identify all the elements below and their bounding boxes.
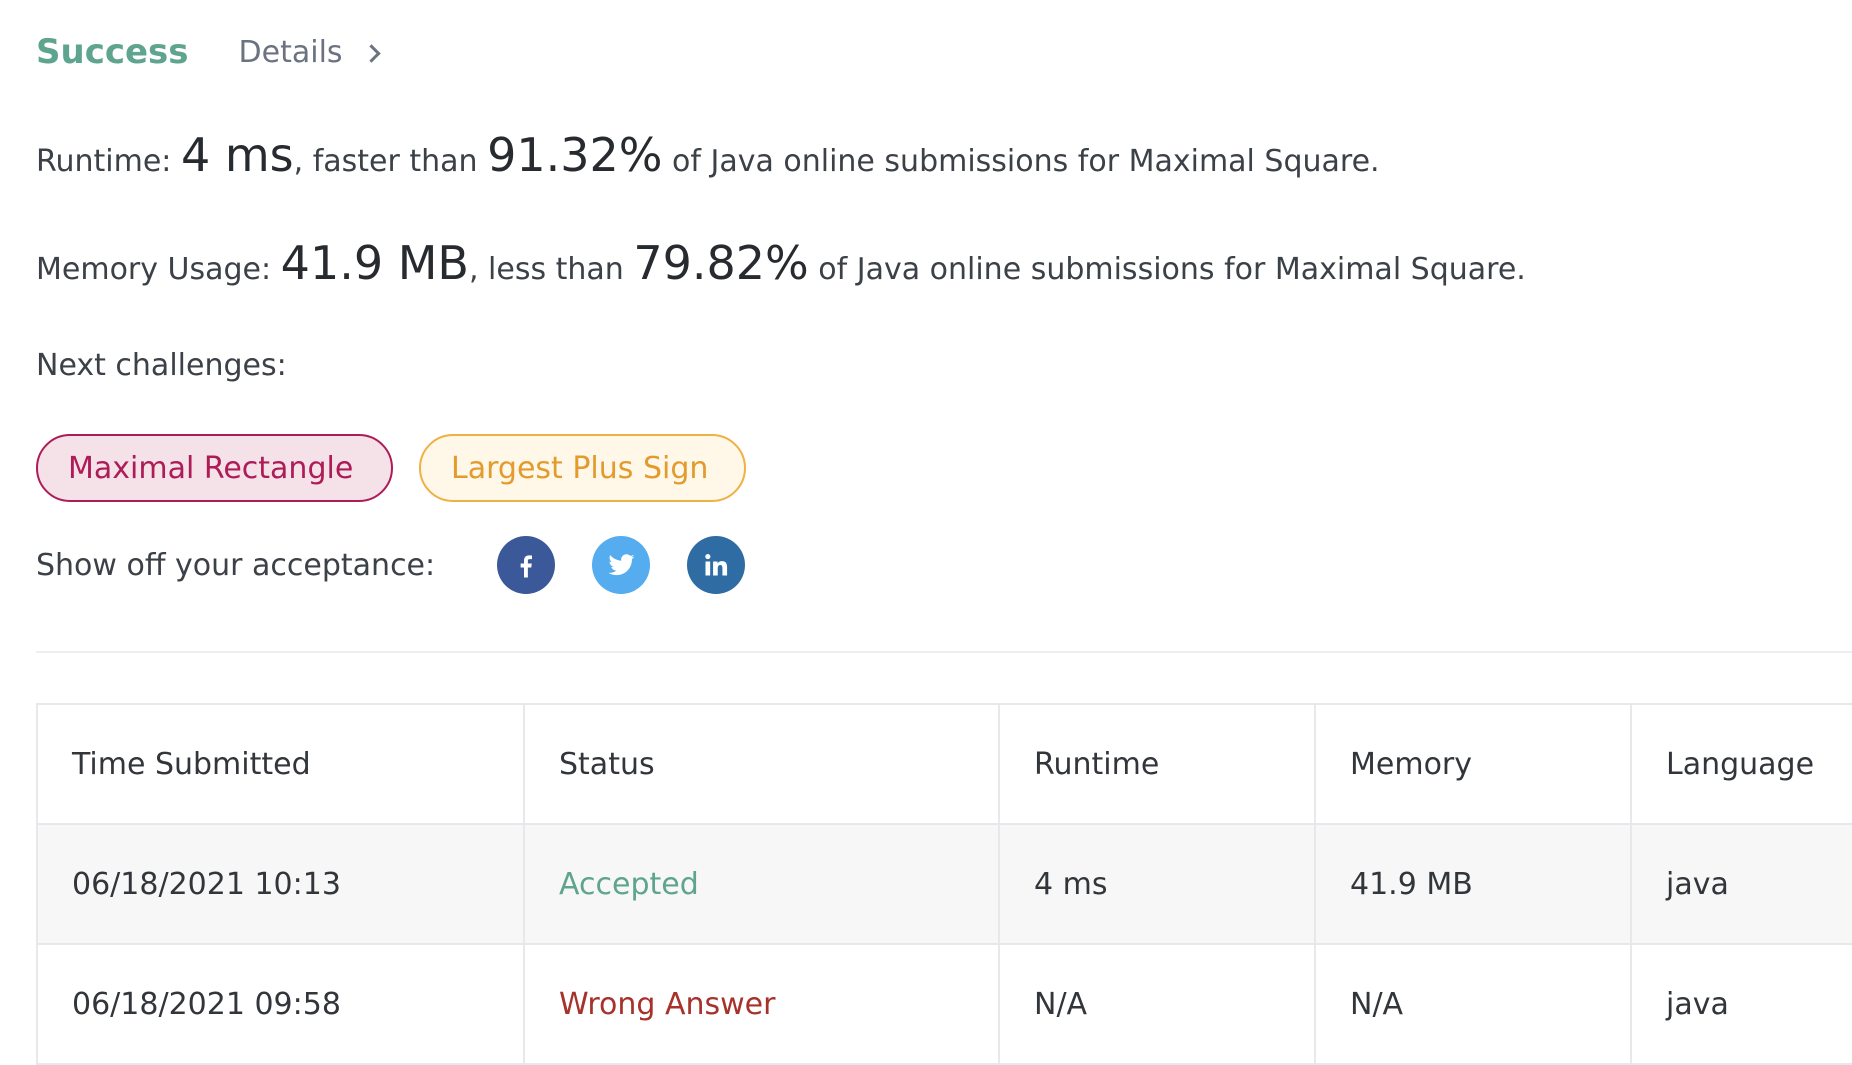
result-header: Success Details xyxy=(36,24,381,80)
memory-stat: Memory Usage: 41.9 MB, less than 79.82% … xyxy=(36,236,1526,290)
table-header-row: Time Submitted Status Runtime Memory Lan… xyxy=(38,705,1852,825)
cell-memory: N/A xyxy=(1316,945,1632,1063)
table-row: 06/18/2021 10:13 Accepted 4 ms 41.9 MB j… xyxy=(38,825,1852,945)
status-link-wrong-answer[interactable]: Wrong Answer xyxy=(559,987,775,1022)
share-label: Show off your acceptance: xyxy=(36,547,436,583)
cell-language: java xyxy=(1666,866,1729,902)
runtime-compare: , faster than xyxy=(293,144,488,179)
challenge-chip-maximal-rectangle[interactable]: Maximal Rectangle xyxy=(36,434,393,502)
cell-status: Wrong Answer xyxy=(525,945,1000,1063)
runtime-suffix: of Java online submissions for Maximal S… xyxy=(662,144,1380,179)
memory-suffix: of Java online submissions for Maximal S… xyxy=(808,252,1526,287)
column-header-status: Status xyxy=(525,705,1000,823)
submission-result-page: Success Details Runtime: 4 ms, faster th… xyxy=(0,0,1852,1065)
column-header-language: Language xyxy=(1666,746,1815,782)
runtime-label: Runtime: xyxy=(36,144,181,179)
table-row: 06/18/2021 09:58 Wrong Answer N/A N/A ja… xyxy=(38,945,1852,1065)
challenge-chip-largest-plus-sign[interactable]: Largest Plus Sign xyxy=(419,434,746,502)
cell-status: Accepted xyxy=(525,825,1000,943)
linkedin-icon xyxy=(705,554,728,576)
linkedin-share-button[interactable] xyxy=(687,536,746,594)
cell-runtime: N/A xyxy=(1000,945,1316,1063)
section-divider xyxy=(36,651,1852,653)
share-bar: Show off your acceptance: xyxy=(36,535,782,595)
status-link-accepted[interactable]: Accepted xyxy=(559,867,699,902)
status-title: Success xyxy=(36,32,189,72)
cell-memory: 41.9 MB xyxy=(1316,825,1632,943)
column-header-runtime: Runtime xyxy=(1000,705,1316,823)
cell-time: 06/18/2021 09:58 xyxy=(38,945,525,1063)
runtime-percent: 91.32% xyxy=(487,128,663,182)
chevron-right-icon xyxy=(361,43,381,63)
facebook-icon xyxy=(520,555,533,578)
memory-label: Memory Usage: xyxy=(36,252,281,287)
submissions-table: Time Submitted Status Runtime Memory Lan… xyxy=(36,703,1852,1065)
next-challenges-label: Next challenges: xyxy=(36,348,287,383)
column-header-memory: Memory xyxy=(1316,705,1632,823)
details-link[interactable]: Details xyxy=(238,34,381,70)
runtime-stat: Runtime: 4 ms, faster than 91.32% of Jav… xyxy=(36,128,1380,182)
facebook-share-button[interactable] xyxy=(497,536,556,594)
twitter-icon xyxy=(608,554,635,576)
next-challenges-list: Maximal Rectangle Largest Plus Sign xyxy=(36,434,746,502)
memory-value: 41.9 MB xyxy=(280,236,469,290)
memory-compare: , less than xyxy=(468,252,634,287)
cell-runtime: 4 ms xyxy=(1000,825,1316,943)
details-link-label: Details xyxy=(238,34,343,70)
cell-time: 06/18/2021 10:13 xyxy=(38,825,525,943)
twitter-share-button[interactable] xyxy=(592,536,651,594)
runtime-value: 4 ms xyxy=(180,128,294,182)
column-header-time: Time Submitted xyxy=(38,705,525,823)
memory-percent: 79.82% xyxy=(633,236,809,290)
cell-language: java xyxy=(1666,986,1729,1022)
